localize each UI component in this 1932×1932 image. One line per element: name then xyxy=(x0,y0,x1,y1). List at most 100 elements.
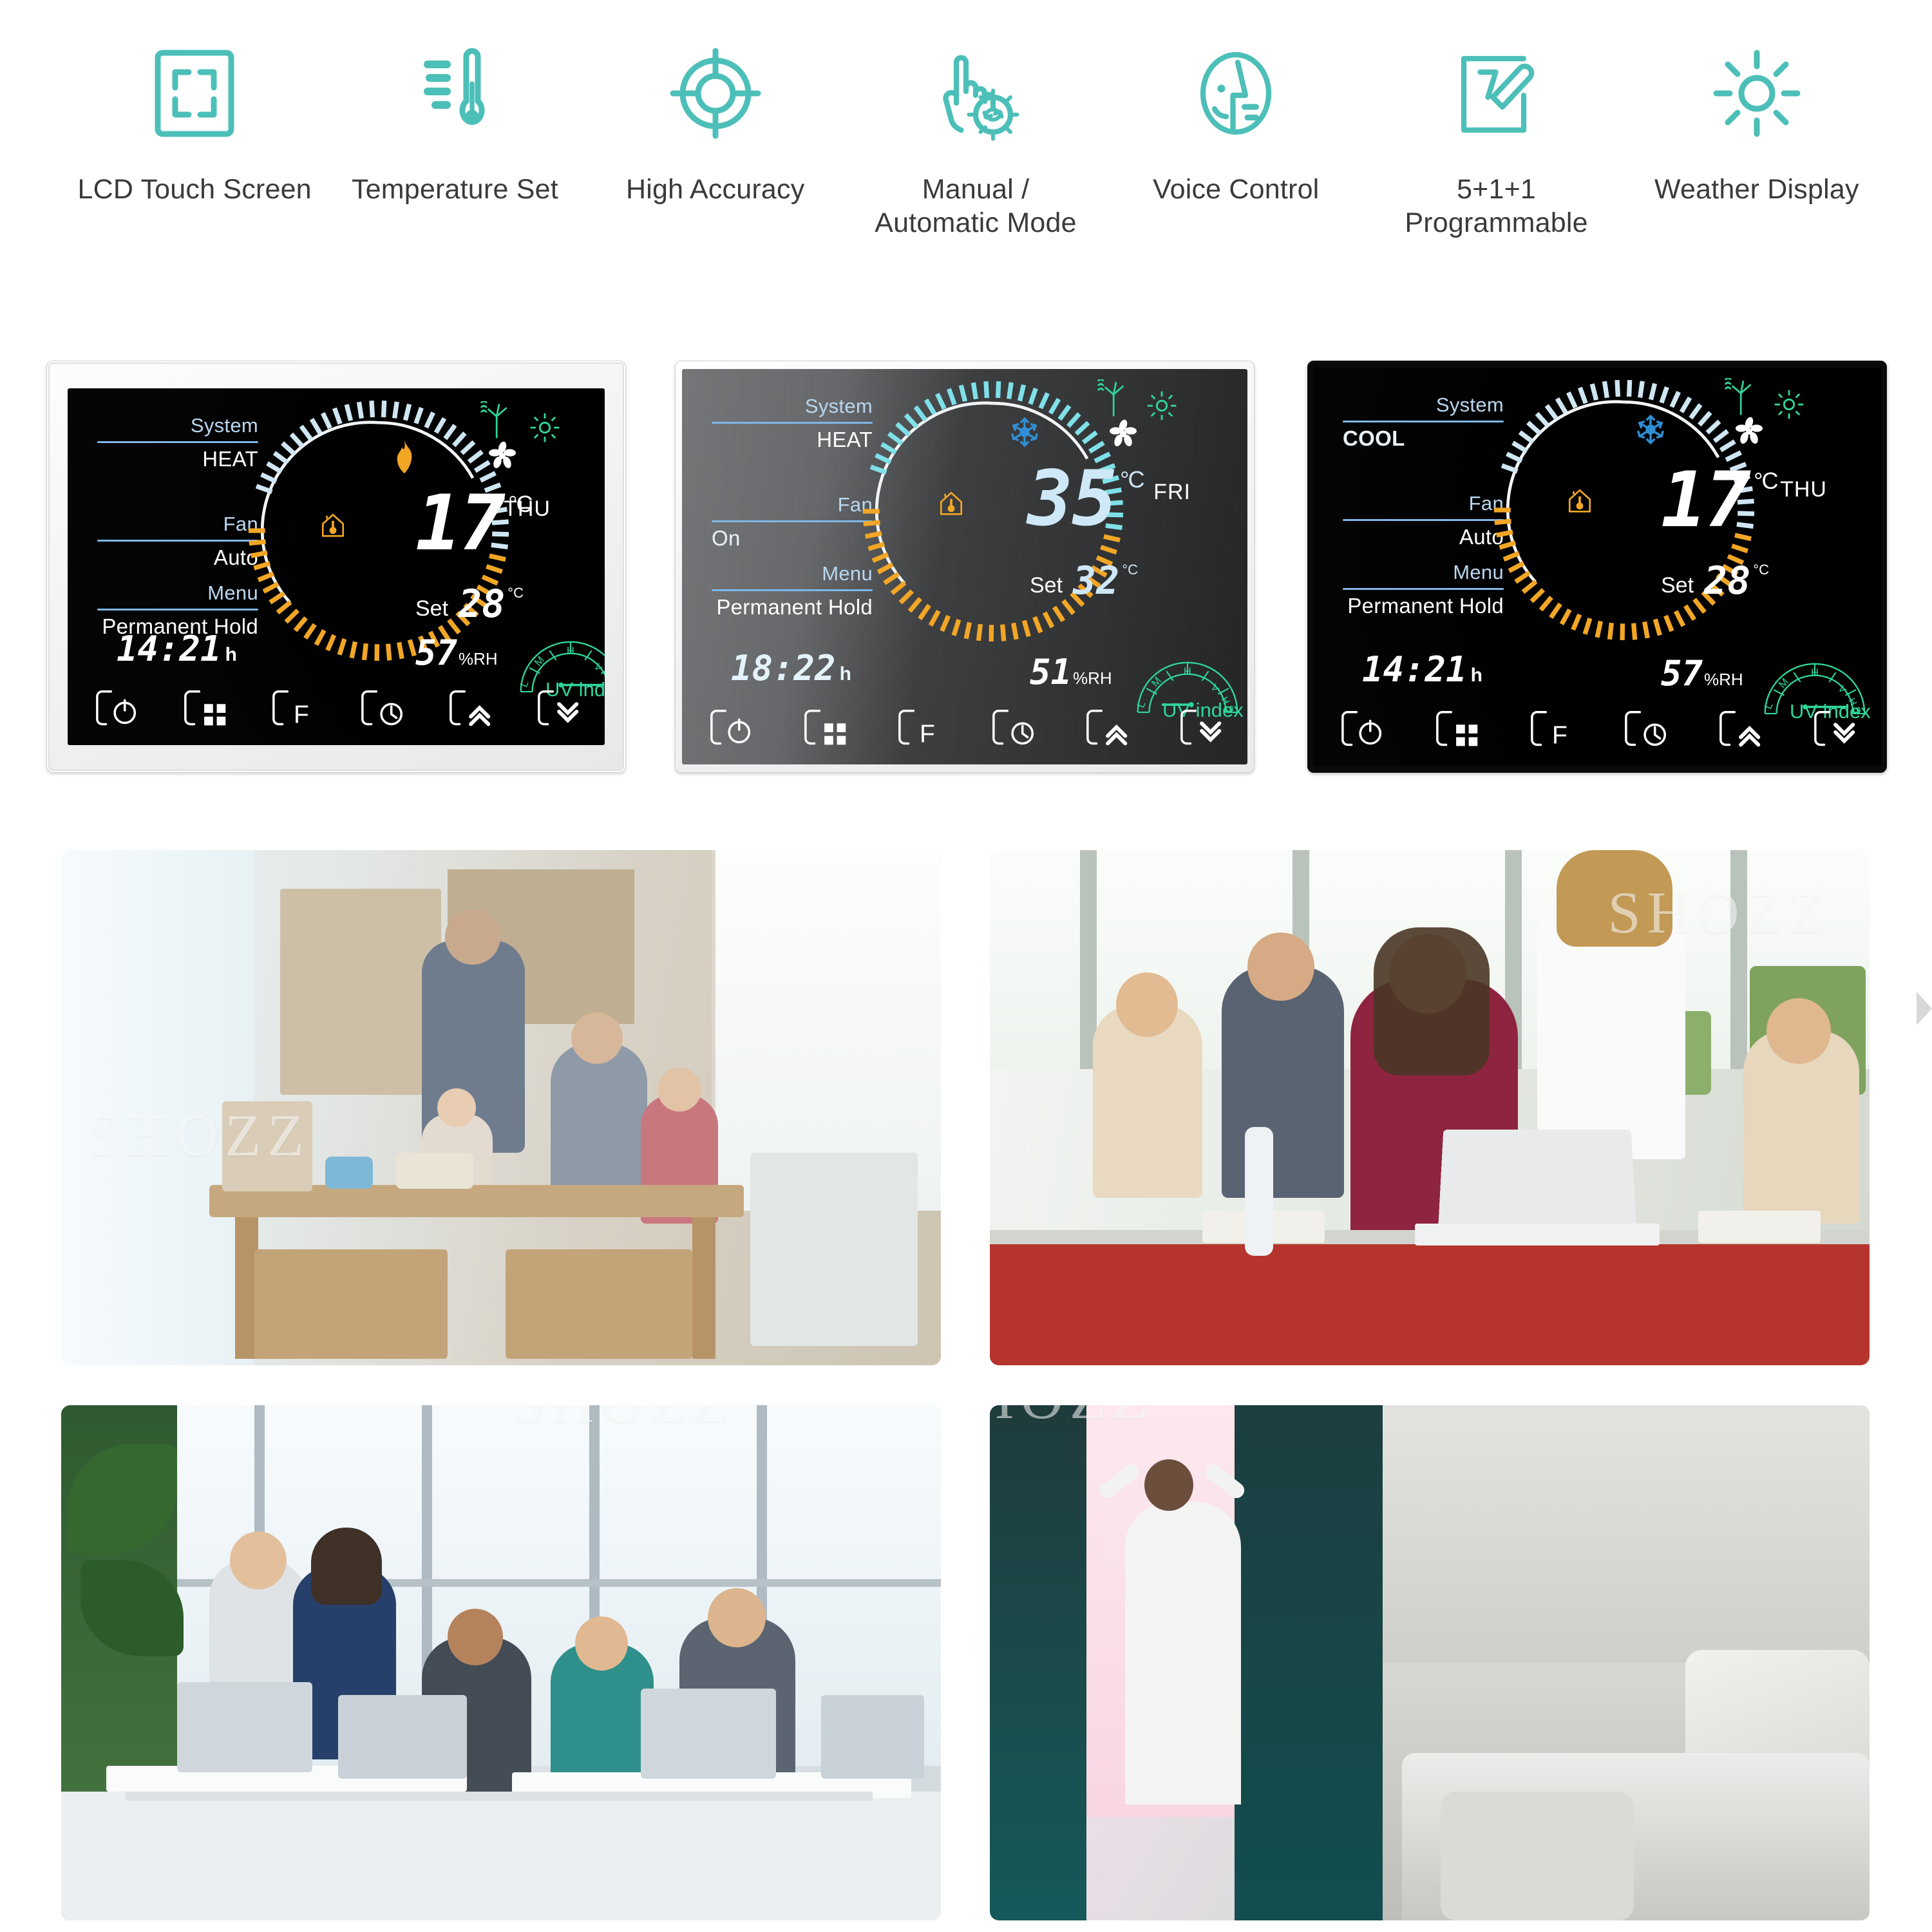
sun-icon xyxy=(1774,390,1804,422)
system-value: COOL xyxy=(1343,426,1405,450)
feature-strip: LCD Touch Screen Temperature Set High Ac… xyxy=(64,26,1887,296)
system-value: HEAT xyxy=(817,428,873,451)
thermostat-variants-row: System HEAT Fan Auto Menu Permanent Hold… xyxy=(0,361,1932,1025)
fahrenheit-button[interactable]: F xyxy=(270,687,320,734)
set-label: Set xyxy=(1661,573,1694,598)
clock-readout: 14:21 h xyxy=(1362,649,1482,690)
thermostat-black[interactable]: System COOL Fan Auto Menu Permanent Hold… xyxy=(1307,361,1887,773)
weekday-readout: THU xyxy=(1780,477,1827,502)
menu-value: Permanent Hold xyxy=(1347,594,1504,618)
fan-blades-icon xyxy=(486,440,518,475)
fan-blades-icon xyxy=(1107,418,1139,453)
svg-text:V: V xyxy=(1209,683,1221,694)
set-label: Set xyxy=(415,596,449,621)
increase-button[interactable] xyxy=(447,687,497,734)
feature-weather-display: Weather Display xyxy=(1627,26,1887,206)
setpoint-row: Set 32 °C xyxy=(1030,558,1138,603)
snowflake-icon xyxy=(1008,415,1041,452)
menu-grid-button[interactable] xyxy=(802,706,852,753)
power-button[interactable] xyxy=(1339,708,1389,754)
feature-programmable: 5+1+1 Programmable xyxy=(1366,26,1626,240)
svg-text:V: V xyxy=(1836,684,1848,696)
system-value: HEAT xyxy=(202,447,258,471)
feature-label: Voice Control xyxy=(1153,174,1320,205)
feature-label: Manual / Automatic Mode xyxy=(875,174,1077,239)
fan-label: Fan xyxy=(1468,492,1504,515)
lcd-touch-screen-icon xyxy=(146,26,243,161)
humidity-unit: %RH xyxy=(459,649,498,668)
divider xyxy=(1343,421,1504,422)
humidity-readout: 51%RH xyxy=(1030,652,1112,692)
house-thermometer-icon xyxy=(319,511,347,542)
svg-text:H: H xyxy=(1811,667,1819,679)
svg-text:H: H xyxy=(1184,666,1191,677)
power-button[interactable] xyxy=(708,706,758,753)
fan-value: Auto xyxy=(1459,525,1504,549)
family-kitchen-photo: SHOZZ xyxy=(61,850,941,1365)
sun-weather-icon xyxy=(1709,26,1805,161)
photo-row-1: SHOZZ SHOZZ xyxy=(61,850,1871,1365)
set-unit: °C xyxy=(1753,562,1769,578)
humidity-readout: 57%RH xyxy=(1661,653,1743,694)
power-button[interactable] xyxy=(93,687,144,734)
current-temperature: 35 °C xyxy=(1027,454,1145,543)
fan-value: Auto xyxy=(213,545,258,569)
feature-label: High Accuracy xyxy=(625,174,805,205)
divider xyxy=(1343,519,1504,521)
humidity-unit: %RH xyxy=(1073,668,1112,688)
current-temperature: 17 °C xyxy=(1661,455,1779,544)
increase-button[interactable] xyxy=(1717,708,1767,754)
hand-tap-auto-icon xyxy=(927,26,1024,161)
menu-grid-button[interactable] xyxy=(182,687,232,734)
touch-button-row: F xyxy=(708,706,1228,753)
fan-label: Fan xyxy=(223,513,258,535)
decrease-button[interactable] xyxy=(1178,706,1228,753)
set-value: 28 °C xyxy=(1704,558,1769,603)
divider xyxy=(97,441,258,443)
touch-button-row: F xyxy=(1339,708,1862,754)
wind-turbine-icon xyxy=(1097,378,1133,420)
next-arrow-icon[interactable] xyxy=(1917,992,1932,1025)
thermostat-white[interactable]: System HEAT Fan Auto Menu Permanent Hold… xyxy=(46,361,626,773)
menu-grid-button[interactable] xyxy=(1434,708,1484,754)
feature-lcd-touch-screen: LCD Touch Screen xyxy=(64,26,325,206)
schedule-clock-button[interactable] xyxy=(990,706,1040,753)
feature-voice-control: Voice Control xyxy=(1106,26,1366,206)
open-plan-office-photo: SHOZZ xyxy=(61,1405,941,1920)
schedule-clock-button[interactable] xyxy=(359,687,409,734)
house-thermometer-icon xyxy=(937,489,965,520)
fan-group: Fan Auto xyxy=(1343,492,1504,549)
divider xyxy=(1343,588,1504,590)
fan-label: Fan xyxy=(837,493,873,516)
feature-label: 5+1+1 Programmable xyxy=(1405,174,1588,239)
divider xyxy=(712,520,873,522)
menu-label: Menu xyxy=(1453,561,1504,583)
humidity-unit: %RH xyxy=(1704,670,1743,689)
fahrenheit-button[interactable]: F xyxy=(896,706,946,753)
current-temperature: 17 °C xyxy=(415,478,533,567)
menu-label: Menu xyxy=(822,562,873,585)
clock-unit: h xyxy=(1470,665,1482,686)
decrease-button[interactable] xyxy=(1812,708,1862,754)
crosshair-target-icon xyxy=(667,26,764,161)
set-label: Set xyxy=(1030,573,1063,598)
increase-button[interactable] xyxy=(1084,706,1134,753)
feature-manual-automatic-mode: Manual / Automatic Mode xyxy=(846,26,1106,240)
lifestyle-photo-grid: SHOZZ SHOZZ xyxy=(61,850,1871,1920)
schedule-clock-button[interactable] xyxy=(1622,708,1672,754)
menu-group: Menu Permanent Hold xyxy=(712,562,873,620)
fahrenheit-button[interactable]: F xyxy=(1528,708,1578,754)
decrease-button[interactable] xyxy=(535,687,585,734)
svg-text:H: H xyxy=(567,645,574,657)
system-group: System HEAT xyxy=(97,414,258,471)
set-value: 32 °C xyxy=(1073,558,1138,603)
humidity-readout: 57%RH xyxy=(415,632,498,673)
wind-turbine-icon xyxy=(1724,377,1760,419)
voice-control-face-icon xyxy=(1188,26,1284,161)
fan-value: On xyxy=(712,526,741,550)
wind-turbine-icon xyxy=(480,400,516,442)
photo-row-2: SHOZZ xyxy=(61,1405,1871,1920)
fan-blades-icon xyxy=(1733,415,1765,451)
thermostat-silver[interactable]: System HEAT Fan On Menu Permanent Hold 3… xyxy=(675,361,1255,773)
house-thermometer-icon xyxy=(1566,486,1594,518)
